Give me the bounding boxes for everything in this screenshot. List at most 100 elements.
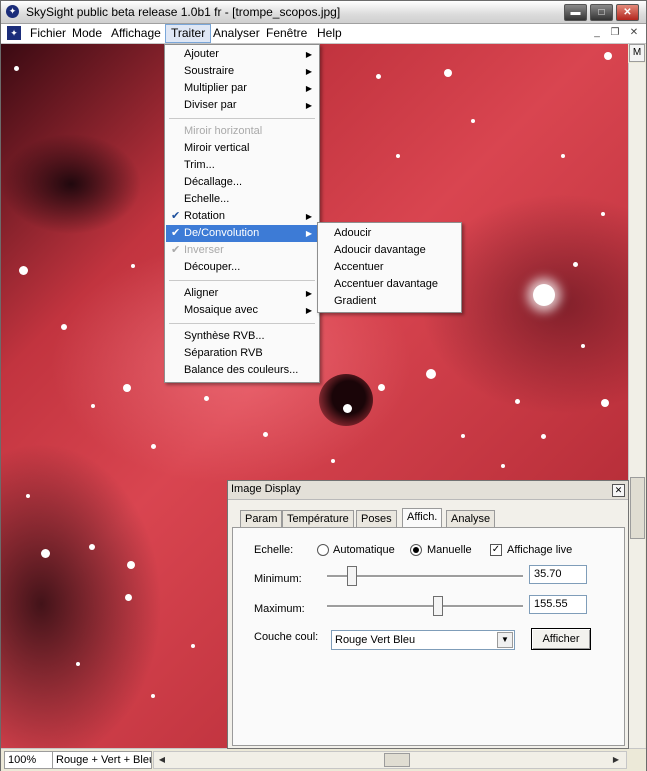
menu-item-trim[interactable]: Trim... [166, 157, 318, 174]
menu-item-label: Miroir vertical [184, 142, 250, 154]
close-button[interactable]: ✕ [616, 4, 639, 21]
menu-item-decouper[interactable]: Découper... [166, 259, 318, 276]
panel-close-icon[interactable]: ✕ [612, 484, 625, 497]
image-display-panel: Image Display ✕ Param Température Poses … [227, 480, 629, 749]
tab-temperature[interactable]: Température [282, 510, 354, 528]
submenu-arrow-icon: ▶ [305, 306, 312, 315]
star [581, 344, 585, 348]
chevron-down-icon[interactable]: ▼ [497, 632, 513, 648]
menu-item-multiplier-par[interactable]: Multiplier par ▶ [166, 80, 318, 97]
star [444, 69, 452, 77]
star [125, 594, 132, 601]
minimum-field[interactable]: 35.70 [529, 565, 587, 584]
automatique-label: Automatique [333, 544, 395, 556]
star [131, 264, 135, 268]
window-title: SkySight public beta release 1.0b1 fr - … [26, 5, 341, 19]
submenu-arrow-icon: ▶ [305, 289, 312, 298]
horizontal-scrollbar[interactable]: ◀ ▶ [153, 751, 627, 769]
horizontal-scroll-thumb[interactable] [384, 753, 410, 767]
menu-item-label: Multiplier par [184, 82, 247, 94]
star [91, 404, 95, 408]
tab-affich[interactable]: Affich. [402, 508, 443, 529]
menu-item-diviser-par[interactable]: Diviser par ▶ [166, 97, 318, 114]
menu-item-inverser[interactable]: ✔ Inverser [166, 242, 318, 259]
menu-traiter[interactable]: Traiter [165, 24, 212, 43]
menu-item-echelle[interactable]: Echelle... [166, 191, 318, 208]
minimize-button[interactable]: ▬ [564, 4, 587, 21]
menu-item-separation-rvb[interactable]: Séparation RVB [166, 345, 318, 362]
minimum-slider-thumb[interactable] [346, 566, 357, 586]
affichage-live-label: Affichage live [507, 544, 573, 556]
automatique-radio[interactable] [317, 544, 329, 556]
vertical-scrollbar[interactable] [628, 63, 645, 748]
document-icon[interactable]: ✦ [7, 26, 21, 40]
star [501, 464, 505, 468]
tab-param[interactable]: Param [240, 510, 283, 528]
menu-item-synthese-rvb[interactable]: Synthèse RVB... [166, 328, 318, 345]
maximum-slider-track[interactable] [327, 605, 523, 608]
star [331, 459, 335, 463]
channel-status: Rouge + Vert + Bleu [52, 751, 152, 769]
menu-affichage[interactable]: Affichage [106, 24, 166, 43]
couche-coul-select[interactable]: Rouge Vert Bleu ▼ [331, 630, 515, 650]
menu-fichier[interactable]: Fichier [25, 24, 71, 43]
maximum-field[interactable]: 155.55 [529, 595, 587, 614]
menu-item-label: Balance des couleurs... [184, 364, 299, 376]
title-bar[interactable]: ✦ SkySight public beta release 1.0b1 fr … [1, 1, 646, 24]
scroll-right-icon[interactable]: ▶ [609, 753, 623, 767]
maximum-slider-thumb[interactable] [432, 596, 443, 616]
star [19, 266, 28, 275]
m-side-button[interactable]: M [629, 44, 645, 62]
menu-item-label: Diviser par [184, 99, 237, 111]
menu-item-decallage[interactable]: Décallage... [166, 174, 318, 191]
manuelle-radio[interactable] [410, 544, 422, 556]
submenu-item-accentuer-davantage[interactable]: Accentuer davantage [334, 276, 438, 293]
menu-fenetre[interactable]: Fenêtre [261, 24, 312, 43]
affich-tab-page: Echelle: Automatique Manuelle ✓ Affichag… [232, 527, 625, 746]
submenu-item-gradient[interactable]: Gradient [334, 293, 376, 310]
bright-star [533, 284, 555, 306]
affichage-live-checkbox[interactable]: ✓ [490, 544, 502, 556]
menu-item-miroir-horizontal[interactable]: Miroir horizontal [166, 123, 318, 140]
submenu-item-adoucir[interactable]: Adoucir [334, 225, 371, 242]
menu-item-miroir-vertical[interactable]: Miroir vertical [166, 140, 318, 157]
menu-item-label: Ajouter [184, 48, 219, 60]
panel-title-bar[interactable]: Image Display ✕ [228, 481, 628, 500]
submenu-item-adoucir-davantage[interactable]: Adoucir davantage [334, 242, 426, 259]
star [26, 494, 30, 498]
menu-item-ajouter[interactable]: Ajouter ▶ [166, 46, 318, 63]
submenu-arrow-icon: ▶ [305, 101, 312, 110]
minimum-label: Minimum: [254, 573, 302, 585]
dark-nebula-globule [319, 374, 373, 426]
star [76, 662, 80, 666]
menu-item-aligner[interactable]: Aligner ▶ [166, 285, 318, 302]
menu-help[interactable]: Help [312, 24, 347, 43]
menu-item-soustraire[interactable]: Soustraire ▶ [166, 63, 318, 80]
menu-analyser[interactable]: Analyser [208, 24, 265, 43]
menu-mode[interactable]: Mode [67, 24, 107, 43]
scroll-left-icon[interactable]: ◀ [155, 753, 169, 767]
star [41, 549, 50, 558]
tab-poses[interactable]: Poses [356, 510, 397, 528]
submenu-item-accentuer[interactable]: Accentuer [334, 259, 384, 276]
menu-item-label: Décallage... [184, 176, 243, 188]
menu-item-label: Trim... [184, 159, 215, 171]
menu-item-label: Soustraire [184, 65, 235, 77]
star [573, 262, 578, 267]
menu-item-rotation[interactable]: ✔ Rotation ▶ [166, 208, 318, 225]
star [376, 74, 381, 79]
couche-coul-label: Couche coul: [254, 631, 319, 643]
menu-separator [169, 280, 315, 281]
menu-item-mosaique-avec[interactable]: Mosaique avec ▶ [166, 302, 318, 319]
mdi-minimize-button[interactable]: _ [589, 26, 605, 40]
menu-item-de-convolution[interactable]: ✔ De/Convolution ▶ [166, 225, 318, 242]
mdi-restore-button[interactable]: ❐ [607, 26, 623, 40]
tab-analyse[interactable]: Analyse [446, 510, 496, 528]
menu-item-balance-des-couleurs[interactable]: Balance des couleurs... [166, 362, 318, 379]
maximize-button[interactable]: □ [590, 4, 613, 21]
star [191, 644, 195, 648]
mdi-close-button[interactable]: ✕ [626, 26, 642, 40]
afficher-button[interactable]: Afficher [531, 628, 591, 650]
vertical-scroll-thumb[interactable] [630, 477, 645, 539]
menu-item-label: Inverser [184, 244, 224, 256]
